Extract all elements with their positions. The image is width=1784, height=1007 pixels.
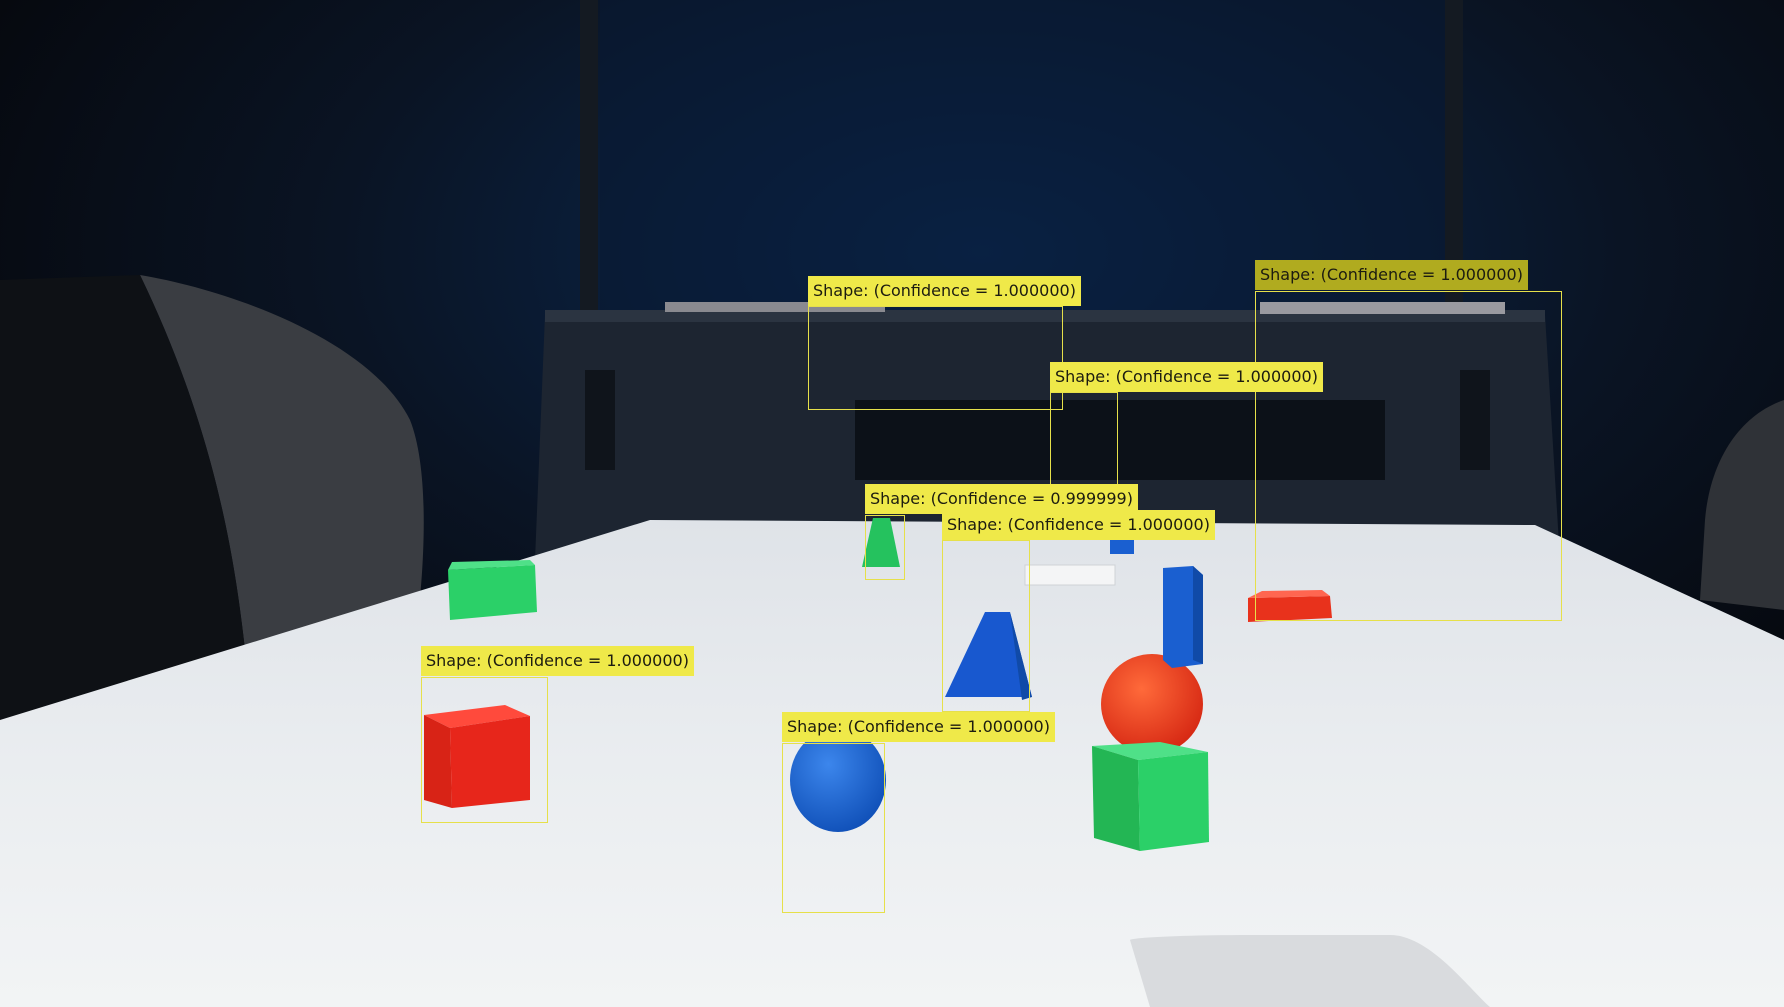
object-red-cube xyxy=(424,705,530,808)
detection-label: Shape: (Confidence = 1.000000) xyxy=(421,646,694,676)
desk-drawer-left xyxy=(585,370,615,470)
table-paper xyxy=(1024,564,1116,586)
object-red-slab xyxy=(1248,590,1332,622)
detection-label: Shape: (Confidence = 1.000000) xyxy=(1255,260,1528,290)
wall-strip-left xyxy=(580,0,598,330)
desk-drawer-right xyxy=(1460,370,1490,470)
object-red-sphere xyxy=(1101,654,1203,754)
camera-frame: Shape: (Confidence = 1.000000) Shape: (Co… xyxy=(0,0,1784,1007)
object-green-cube-right xyxy=(1092,742,1209,851)
detection-label: Shape: (Confidence = 1.000000) xyxy=(1050,362,1323,392)
object-blue-sphere xyxy=(790,728,886,832)
detection-label: Shape: (Confidence = 1.000000) xyxy=(782,712,1055,742)
object-blue-cuboid-small xyxy=(1110,540,1134,554)
desk-paper-right xyxy=(1260,302,1505,314)
detection-label: Shape: (Confidence = 1.000000) xyxy=(942,510,1215,540)
object-green-cube-left xyxy=(448,560,537,620)
desk-slot xyxy=(855,400,1385,480)
object-blue-cuboid-tall xyxy=(1163,566,1203,668)
detection-label: Shape: (Confidence = 1.000000) xyxy=(808,276,1081,306)
